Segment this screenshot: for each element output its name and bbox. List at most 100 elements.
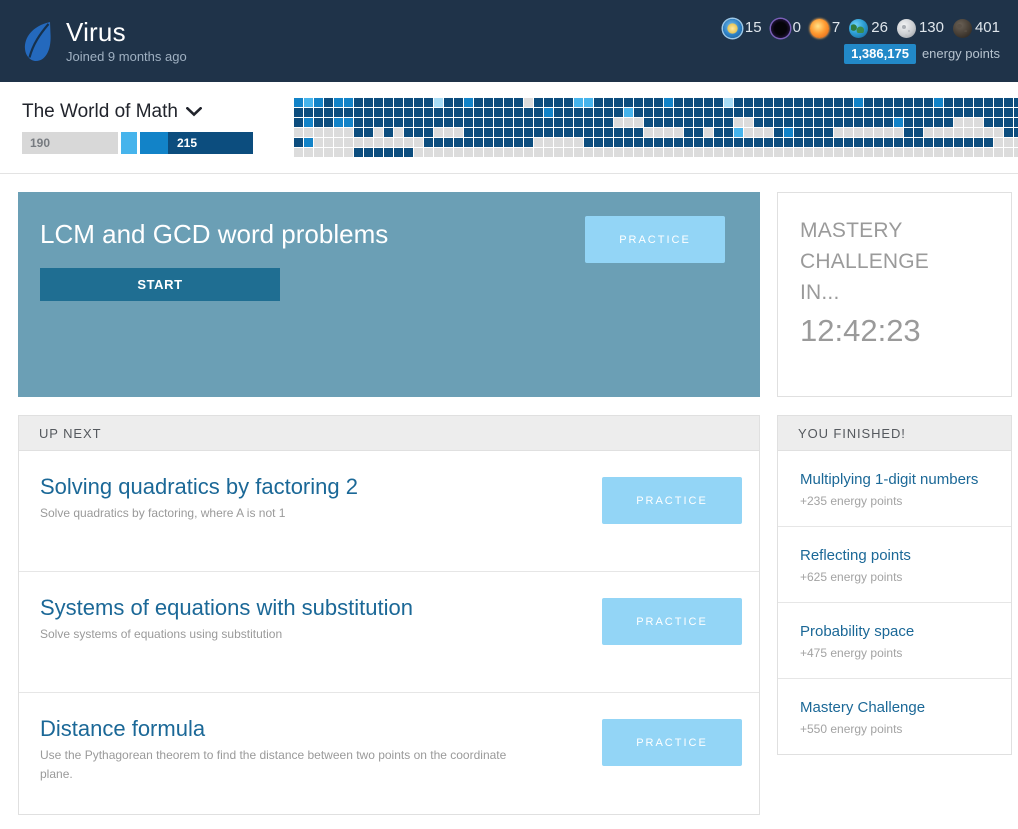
- heatmap-cell[interactable]: [944, 128, 953, 137]
- heatmap-cell[interactable]: [884, 98, 893, 107]
- heatmap-cell[interactable]: [884, 148, 893, 157]
- heatmap-cell[interactable]: [994, 138, 1003, 147]
- heatmap-cell[interactable]: [844, 128, 853, 137]
- heatmap-cell[interactable]: [694, 138, 703, 147]
- heatmap-cell[interactable]: [384, 148, 393, 157]
- activity-heatmap[interactable]: [294, 98, 1018, 157]
- heatmap-cell[interactable]: [344, 128, 353, 137]
- heatmap-cell[interactable]: [994, 118, 1003, 127]
- heatmap-cell[interactable]: [814, 128, 823, 137]
- heatmap-cell[interactable]: [884, 118, 893, 127]
- heatmap-cell[interactable]: [354, 118, 363, 127]
- heatmap-cell[interactable]: [294, 128, 303, 137]
- heatmap-cell[interactable]: [694, 108, 703, 117]
- heatmap-cell[interactable]: [304, 138, 313, 147]
- heatmap-cell[interactable]: [374, 108, 383, 117]
- heatmap-cell[interactable]: [384, 118, 393, 127]
- heatmap-cell[interactable]: [754, 118, 763, 127]
- heatmap-cell[interactable]: [394, 118, 403, 127]
- heatmap-cell[interactable]: [464, 98, 473, 107]
- heatmap-cell[interactable]: [384, 98, 393, 107]
- heatmap-cell[interactable]: [804, 128, 813, 137]
- heatmap-cell[interactable]: [664, 108, 673, 117]
- heatmap-cell[interactable]: [424, 148, 433, 157]
- heatmap-cell[interactable]: [464, 148, 473, 157]
- heatmap-cell[interactable]: [374, 128, 383, 137]
- heatmap-cell[interactable]: [644, 148, 653, 157]
- heatmap-cell[interactable]: [354, 108, 363, 117]
- heatmap-cell[interactable]: [994, 128, 1003, 137]
- heatmap-cell[interactable]: [794, 108, 803, 117]
- heatmap-cell[interactable]: [984, 108, 993, 117]
- heatmap-cell[interactable]: [834, 108, 843, 117]
- heatmap-cell[interactable]: [464, 138, 473, 147]
- heatmap-cell[interactable]: [774, 98, 783, 107]
- heatmap-cell[interactable]: [784, 98, 793, 107]
- heatmap-cell[interactable]: [684, 108, 693, 117]
- heatmap-cell[interactable]: [874, 98, 883, 107]
- heatmap-cell[interactable]: [1004, 138, 1013, 147]
- heatmap-cell[interactable]: [374, 118, 383, 127]
- heatmap-cell[interactable]: [764, 108, 773, 117]
- heatmap-cell[interactable]: [734, 128, 743, 137]
- heatmap-cell[interactable]: [724, 138, 733, 147]
- heatmap-cell[interactable]: [784, 118, 793, 127]
- finished-item[interactable]: Mastery Challenge +550 energy points: [778, 679, 1011, 754]
- heatmap-cell[interactable]: [424, 108, 433, 117]
- heatmap-cell[interactable]: [924, 118, 933, 127]
- heatmap-cell[interactable]: [994, 148, 1003, 157]
- heatmap-cell[interactable]: [524, 98, 533, 107]
- heatmap-cell[interactable]: [704, 148, 713, 157]
- heatmap-cell[interactable]: [334, 118, 343, 127]
- heatmap-cell[interactable]: [614, 128, 623, 137]
- heatmap-cell[interactable]: [854, 98, 863, 107]
- heatmap-cell[interactable]: [384, 108, 393, 117]
- heatmap-cell[interactable]: [1004, 108, 1013, 117]
- heatmap-cell[interactable]: [464, 108, 473, 117]
- heatmap-cell[interactable]: [314, 108, 323, 117]
- heatmap-cell[interactable]: [564, 118, 573, 127]
- heatmap-cell[interactable]: [654, 118, 663, 127]
- heatmap-cell[interactable]: [684, 128, 693, 137]
- heatmap-cell[interactable]: [994, 108, 1003, 117]
- heatmap-cell[interactable]: [704, 138, 713, 147]
- heatmap-cell[interactable]: [904, 138, 913, 147]
- heatmap-cell[interactable]: [364, 118, 373, 127]
- heatmap-cell[interactable]: [594, 128, 603, 137]
- heatmap-cell[interactable]: [634, 98, 643, 107]
- heatmap-cell[interactable]: [554, 118, 563, 127]
- heatmap-cell[interactable]: [294, 118, 303, 127]
- heatmap-cell[interactable]: [534, 148, 543, 157]
- heatmap-cell[interactable]: [774, 128, 783, 137]
- finished-title[interactable]: Multiplying 1-digit numbers: [800, 469, 991, 490]
- heatmap-cell[interactable]: [944, 138, 953, 147]
- heatmap-cell[interactable]: [644, 128, 653, 137]
- heatmap-cell[interactable]: [444, 148, 453, 157]
- heatmap-cell[interactable]: [404, 128, 413, 137]
- heatmap-cell[interactable]: [804, 118, 813, 127]
- heatmap-cell[interactable]: [634, 118, 643, 127]
- heatmap-cell[interactable]: [844, 108, 853, 117]
- heatmap-cell[interactable]: [874, 128, 883, 137]
- heatmap-cell[interactable]: [644, 108, 653, 117]
- heatmap-cell[interactable]: [474, 128, 483, 137]
- heatmap-cell[interactable]: [534, 128, 543, 137]
- heatmap-cell[interactable]: [834, 148, 843, 157]
- heatmap-cell[interactable]: [434, 108, 443, 117]
- heatmap-cell[interactable]: [734, 108, 743, 117]
- heatmap-cell[interactable]: [514, 138, 523, 147]
- heatmap-cell[interactable]: [814, 118, 823, 127]
- heatmap-cell[interactable]: [604, 148, 613, 157]
- heatmap-cell[interactable]: [934, 98, 943, 107]
- heatmap-cell[interactable]: [774, 138, 783, 147]
- heatmap-cell[interactable]: [854, 148, 863, 157]
- heatmap-cell[interactable]: [484, 128, 493, 137]
- heatmap-cell[interactable]: [314, 138, 323, 147]
- heatmap-cell[interactable]: [404, 148, 413, 157]
- up-next-item[interactable]: Solving quadratics by factoring 2 Solve …: [19, 451, 759, 572]
- heatmap-cell[interactable]: [414, 98, 423, 107]
- heatmap-cell[interactable]: [914, 128, 923, 137]
- heatmap-cell[interactable]: [744, 138, 753, 147]
- heatmap-cell[interactable]: [834, 138, 843, 147]
- heatmap-cell[interactable]: [684, 98, 693, 107]
